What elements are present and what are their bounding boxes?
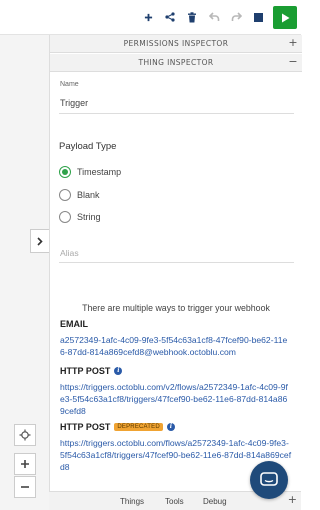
- name-field[interactable]: Trigger: [60, 98, 88, 108]
- tab-tools[interactable]: Tools: [165, 497, 184, 506]
- payload-type-title: Payload Type: [59, 141, 117, 152]
- chat-button[interactable]: [250, 461, 288, 499]
- trash-icon[interactable]: [185, 10, 199, 24]
- expand-icon[interactable]: +: [288, 37, 298, 49]
- payload-option-label: String: [77, 212, 101, 222]
- permissions-inspector-title: PERMISSIONS INSPECTOR: [123, 39, 229, 48]
- radio-selected-icon: [59, 166, 71, 178]
- deprecated-badge: DEPRECATED: [114, 423, 163, 431]
- payload-option-timestamp[interactable]: Timestamp: [59, 165, 121, 179]
- http-post-deprecated-title: HTTP POST: [60, 422, 111, 432]
- share-icon[interactable]: [163, 10, 177, 24]
- inspector-panel: PERMISSIONS INSPECTOR + THING INSPECTOR …: [49, 35, 302, 510]
- zoom-in-button[interactable]: [14, 453, 36, 475]
- collapse-icon[interactable]: −: [288, 56, 298, 68]
- payload-option-string[interactable]: String: [59, 210, 101, 224]
- permissions-inspector-header[interactable]: PERMISSIONS INSPECTOR +: [50, 35, 302, 53]
- center-view-button[interactable]: [14, 424, 36, 446]
- redo-icon[interactable]: [229, 10, 243, 24]
- plus-icon: [21, 460, 29, 468]
- http-post-title-row: HTTP POST i: [60, 366, 292, 376]
- tab-things[interactable]: Things: [120, 497, 144, 506]
- chevron-right-icon: [37, 236, 43, 246]
- play-icon: [281, 13, 289, 22]
- email-section: EMAIL a2572349-1afc-4c09-9fe3-5f54c63a1c…: [60, 319, 292, 358]
- info-icon[interactable]: i: [166, 423, 175, 431]
- thing-inspector-title: THING INSPECTOR: [138, 58, 214, 67]
- http-post-section: HTTP POST i https://triggers.octoblu.com…: [60, 366, 292, 417]
- minus-icon: [21, 486, 29, 488]
- undo-icon[interactable]: [207, 10, 221, 24]
- payload-option-blank[interactable]: Blank: [59, 188, 100, 202]
- trigger-ways-text: There are multiple ways to trigger your …: [82, 303, 270, 313]
- email-title: EMAIL: [60, 319, 88, 329]
- stop-icon[interactable]: [251, 10, 265, 24]
- plus-icon[interactable]: [141, 10, 155, 24]
- flow-canvas[interactable]: [0, 35, 49, 510]
- play-button[interactable]: [273, 6, 297, 29]
- expand-icon[interactable]: +: [288, 494, 297, 506]
- http-post-deprecated-title-row: HTTP POST DEPRECATED i: [60, 422, 292, 432]
- payload-option-label: Timestamp: [77, 167, 122, 177]
- tab-debug[interactable]: Debug: [203, 497, 227, 506]
- name-label: Name: [60, 81, 79, 88]
- http-post-url[interactable]: https://triggers.octoblu.com/v2/flows/a2…: [60, 381, 292, 417]
- info-icon[interactable]: i: [114, 367, 123, 375]
- radio-icon: [59, 189, 71, 201]
- alias-input[interactable]: Alias: [60, 248, 79, 258]
- payload-option-label: Blank: [77, 190, 100, 200]
- chat-icon: [260, 472, 278, 486]
- name-underline: [59, 113, 294, 114]
- top-toolbar: [0, 0, 301, 35]
- zoom-out-button[interactable]: [14, 476, 36, 498]
- radio-icon: [59, 211, 71, 223]
- alias-underline: [59, 262, 294, 263]
- crosshair-icon: [19, 429, 31, 441]
- http-post-title: HTTP POST: [60, 366, 111, 376]
- email-address[interactable]: a2572349-1afc-4c09-9fe3-5f54c63a1cf8-47f…: [60, 334, 292, 358]
- thing-inspector-header[interactable]: THING INSPECTOR −: [50, 54, 302, 72]
- expand-panel-button[interactable]: [30, 229, 49, 253]
